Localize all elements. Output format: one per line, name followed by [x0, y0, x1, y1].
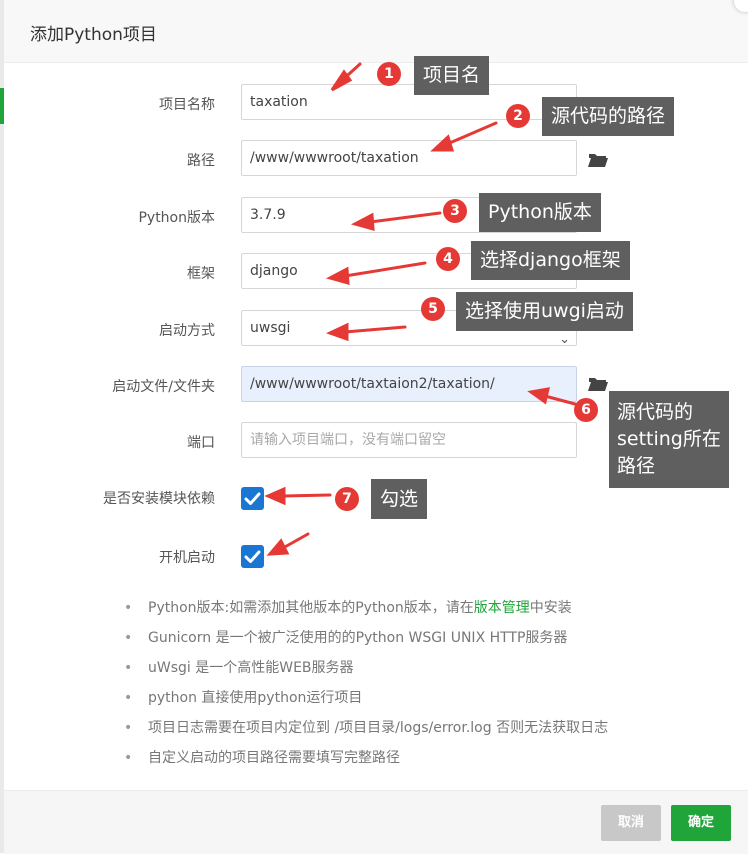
- framework-label: 框架: [187, 266, 215, 282]
- annotation-callout: 勾选: [371, 479, 428, 519]
- path-label: 路径: [187, 153, 215, 169]
- annotation-badge: 2: [506, 104, 530, 128]
- python-version-label: Python版本: [138, 210, 215, 226]
- annotation-callout: 选择使用uwgi启动: [456, 292, 633, 331]
- check-icon: [244, 492, 261, 505]
- dialog-title-bar: 添加Python项目: [4, 0, 748, 63]
- list-item: 项目日志需要在项目内定位到 /项目目录/logs/error.log 否则无法获…: [124, 717, 608, 747]
- annotation-callout: 源代码的setting所在路径: [609, 391, 729, 488]
- confirm-button[interactable]: 确定: [671, 805, 731, 841]
- list-item: uWsgi 是一个高性能WEB服务器: [124, 657, 608, 687]
- project-name-label: 项目名称: [159, 97, 215, 113]
- install-modules-label: 是否安装模块依赖: [103, 491, 215, 507]
- annotation-callout: 项目名: [414, 56, 490, 95]
- auto-start-checkbox[interactable]: [241, 545, 264, 568]
- annotation-badge: 3: [443, 199, 467, 223]
- startup-method-label: 启动方式: [159, 323, 215, 339]
- annotation-badge: 1: [377, 62, 401, 86]
- annotation-badge: 7: [335, 487, 359, 511]
- annotation-callout: 源代码的路径: [542, 97, 675, 136]
- list-item: Gunicorn 是一个被广泛使用的的Python WSGI UNIX HTTP…: [124, 627, 608, 657]
- check-icon: [244, 550, 261, 563]
- dialog-title: 添加Python项目: [30, 25, 157, 45]
- list-item: Python版本:如需添加其他版本的Python版本，请在版本管理中安装: [124, 597, 608, 627]
- list-item: 自定义启动的项目路径需要填写完整路径: [124, 747, 608, 777]
- cancel-button[interactable]: 取消: [601, 805, 661, 841]
- startup-file-label: 启动文件/文件夹: [112, 379, 215, 395]
- note-text: Python版本:如需添加其他版本的Python版本，请在: [148, 600, 474, 616]
- note-text: 中安装: [529, 600, 572, 616]
- annotation-callout: Python版本: [479, 193, 601, 232]
- port-label: 端口: [187, 435, 215, 451]
- annotation-badge: 6: [574, 398, 598, 422]
- python-version-value: 3.7.9: [250, 207, 286, 223]
- list-item: python 直接使用python运行项目: [124, 687, 608, 717]
- path-input[interactable]: /www/wwwroot/taxation: [241, 140, 577, 176]
- folder-icon[interactable]: [588, 376, 608, 391]
- install-modules-checkbox[interactable]: [241, 487, 264, 510]
- help-notes-list: Python版本:如需添加其他版本的Python版本，请在版本管理中安装 Gun…: [124, 597, 608, 777]
- port-input[interactable]: 请输入项目端口，没有端口留空: [241, 422, 577, 458]
- auto-start-label: 开机启动: [159, 550, 215, 566]
- framework-value: django: [250, 263, 298, 279]
- folder-icon[interactable]: [588, 152, 608, 167]
- annotation-badge: 4: [436, 247, 460, 271]
- annotation-badge: 5: [421, 297, 445, 321]
- startup-method-value: uwsgi: [250, 320, 291, 336]
- startup-file-input[interactable]: /www/wwwroot/taxtaion2/taxation/: [241, 366, 577, 402]
- version-management-link[interactable]: 版本管理: [474, 600, 530, 616]
- annotation-callout: 选择django框架: [471, 241, 630, 280]
